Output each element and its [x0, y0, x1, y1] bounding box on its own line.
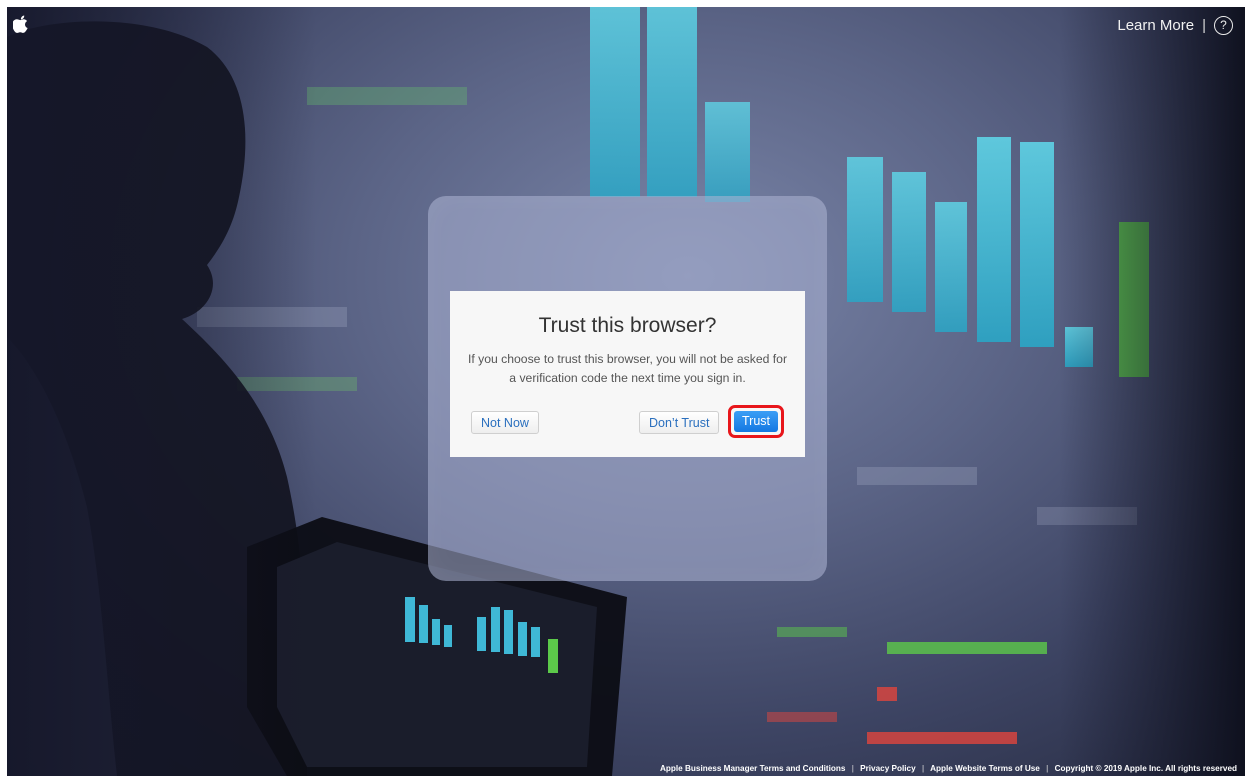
- dont-trust-button[interactable]: Don’t Trust: [639, 411, 720, 434]
- not-now-button[interactable]: Not Now: [471, 411, 539, 434]
- footer-separator: |: [921, 764, 925, 773]
- footer-copyright: Copyright © 2019 Apple Inc. All rights r…: [1054, 764, 1237, 773]
- footer: Apple Business Manager Terms and Conditi…: [660, 764, 1237, 773]
- apple-logo-icon[interactable]: [13, 15, 29, 33]
- footer-separator: |: [1046, 764, 1049, 773]
- header-links: Learn More | ?: [1117, 16, 1233, 35]
- trust-button[interactable]: Trust: [734, 411, 778, 432]
- learn-more-link[interactable]: Learn More: [1117, 17, 1194, 34]
- dialog-title: Trust this browser?: [538, 314, 717, 337]
- footer-separator: |: [851, 764, 854, 773]
- trust-button-highlight: Trust: [728, 405, 784, 438]
- background-scene: Learn More | ? Trust this browser? If yo…: [7, 7, 1245, 776]
- footer-link-website-terms[interactable]: Apple Website Terms of Use: [930, 764, 1040, 773]
- help-icon[interactable]: ?: [1214, 16, 1233, 35]
- header-separator: |: [1202, 17, 1206, 34]
- trust-browser-dialog: Trust this browser? If you choose to tru…: [450, 291, 805, 457]
- footer-link-privacy[interactable]: Privacy Policy: [860, 764, 916, 773]
- footer-link-terms[interactable]: Apple Business Manager Terms and Conditi…: [660, 764, 845, 773]
- dialog-message: If you choose to trust this browser, you…: [467, 352, 788, 385]
